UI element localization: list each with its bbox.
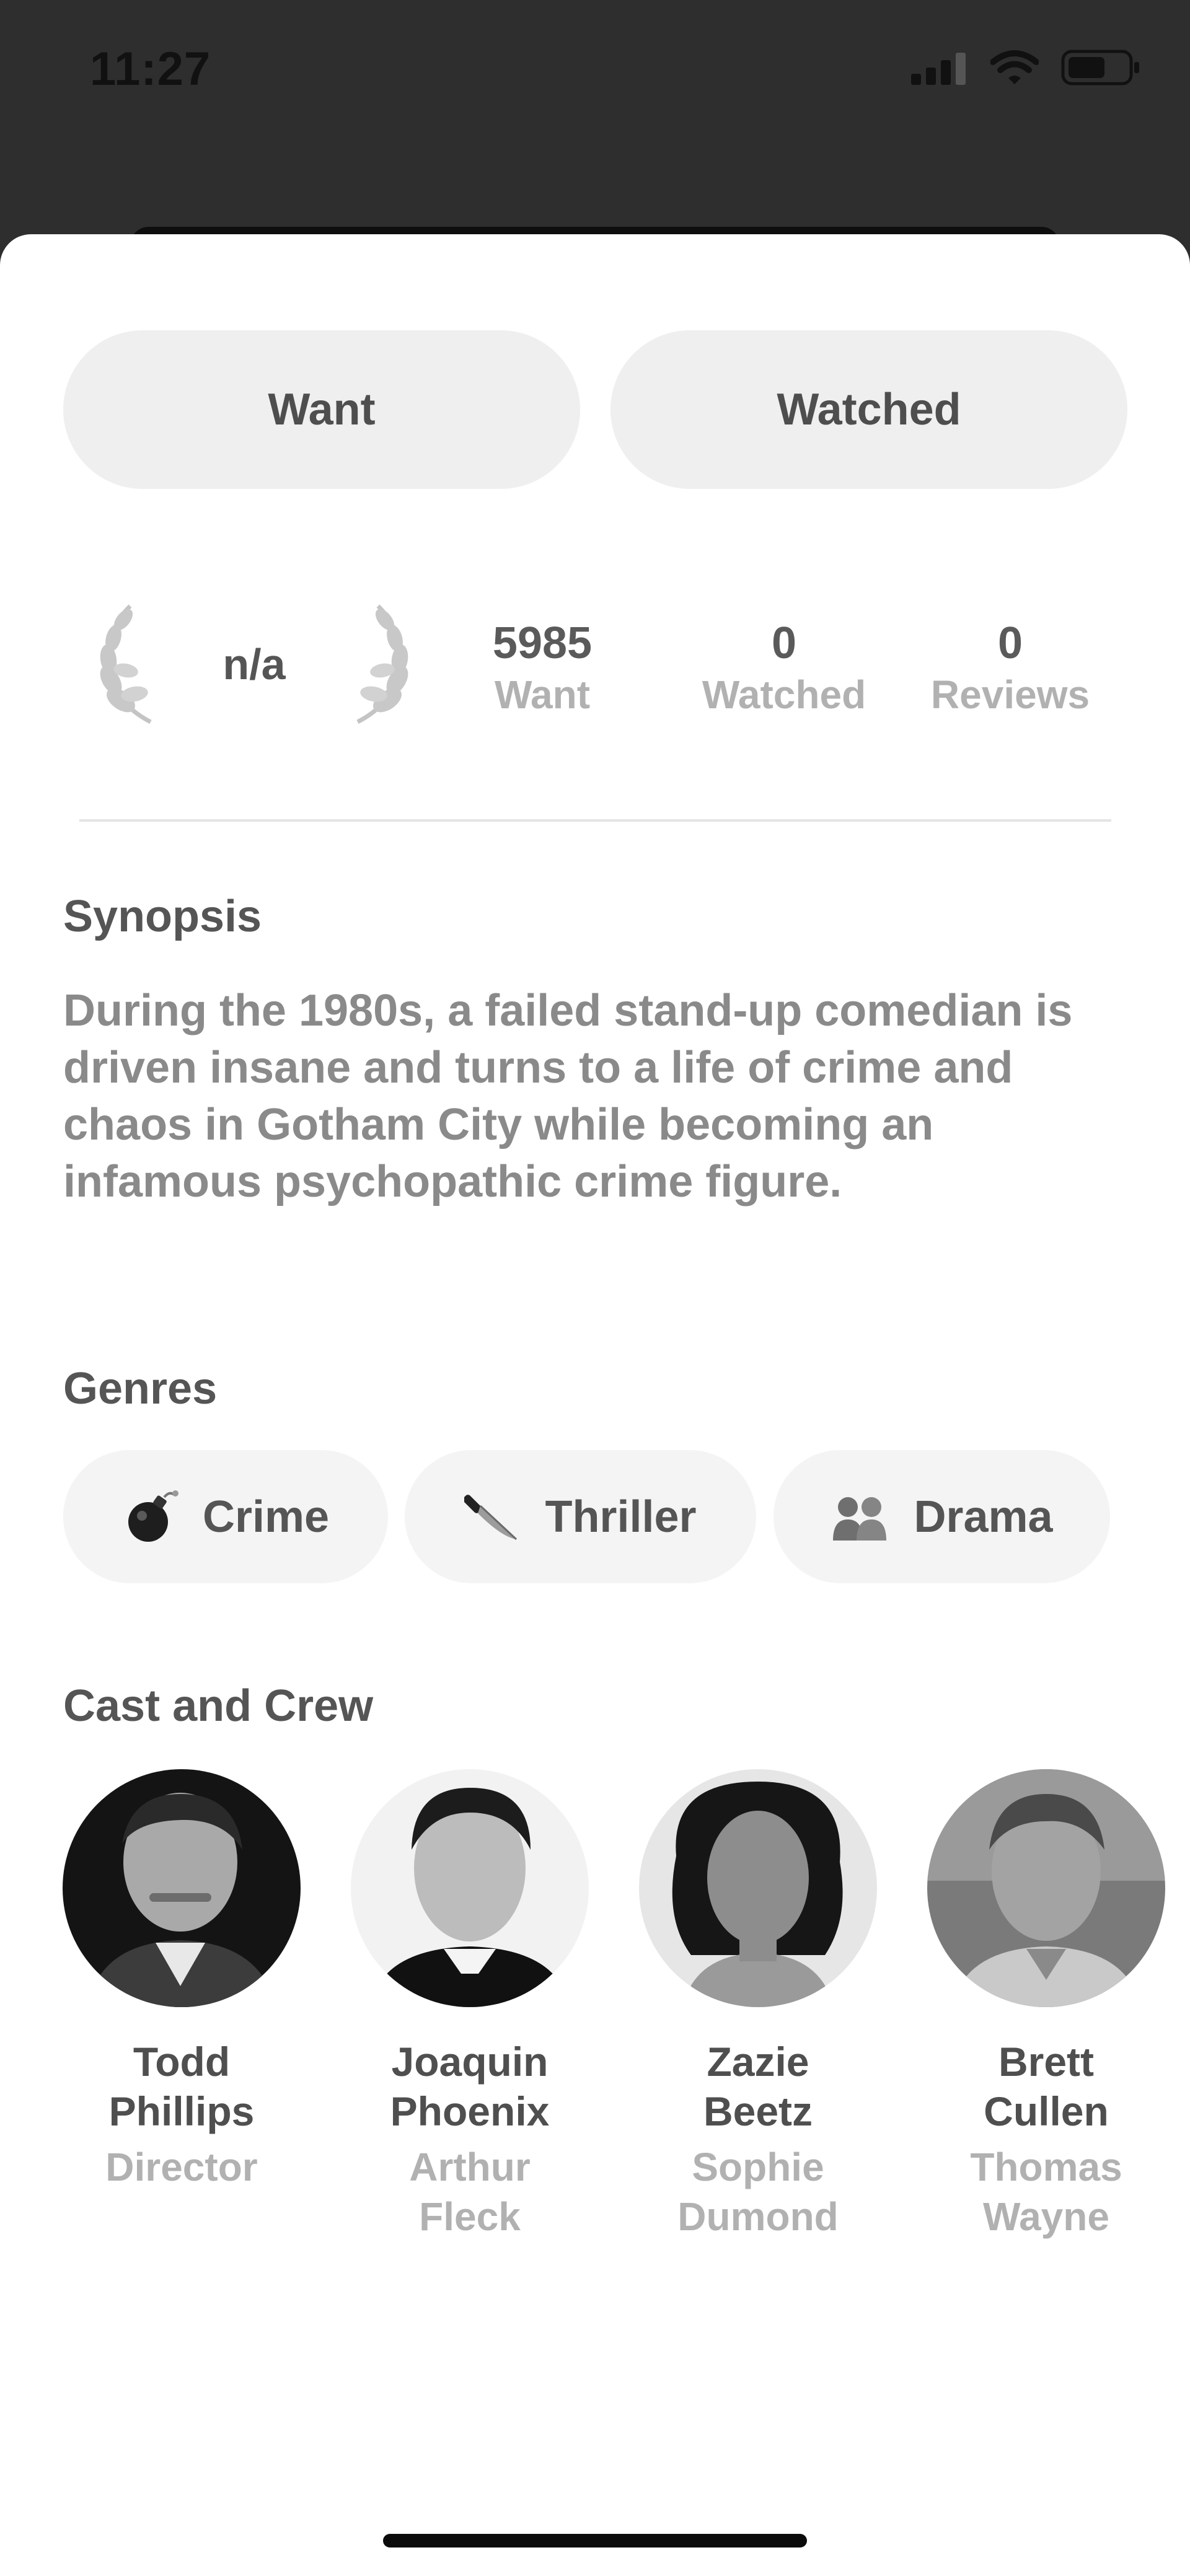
stat-want[interactable]: 5985 Want [452,617,632,719]
wifi-icon [990,50,1039,89]
stat-reviews[interactable]: 0 Reviews [911,617,1109,719]
status-time: 11:27 [90,43,211,95]
battery-icon [1061,50,1140,89]
cast-member[interactable]: Zazie Beetz Sophie Dumond [628,1769,888,2241]
cast-member[interactable]: Brett Cullen Thomas Wayne [916,1769,1176,2241]
genres-heading: Genres [63,1364,218,1413]
status-bar: 11:27 [0,0,1190,149]
avatar [351,1769,589,2007]
stat-reviews-label: Reviews [930,672,1090,718]
rating-block: n/a [96,601,412,731]
watched-button[interactable]: Watched [610,330,1127,489]
stat-watched-count: 0 [771,618,797,668]
genre-chip-crime[interactable]: Crime [63,1450,388,1583]
genre-drama-label: Drama [914,1492,1053,1542]
synopsis-heading: Synopsis [63,892,262,941]
knife-icon [464,1488,521,1545]
cast-member[interactable]: Todd Phillips Director [51,1769,312,2192]
divider [79,819,1111,822]
cast-name: Zazie Beetz [703,2039,813,2134]
avatar [927,1769,1165,2007]
want-button[interactable]: Want [63,330,580,489]
cast-member[interactable]: Joaquin Phoenix Arthur Fleck [340,1769,600,2241]
status-icons [911,50,1140,89]
cellular-signal-icon [911,50,968,88]
cast-name: Joaquin Phoenix [390,2039,550,2134]
stat-reviews-count: 0 [997,618,1023,668]
avatar [63,1769,301,2007]
genre-crime-label: Crime [202,1492,330,1542]
synopsis-text: During the 1980s, a failed stand-up come… [63,986,1073,1207]
home-indicator[interactable] [383,2534,807,2547]
bomb-icon [122,1488,179,1545]
cast-role: Thomas Wayne [970,2145,1122,2239]
cast-role: Director [105,2145,258,2189]
stat-watched[interactable]: 0 Watched [657,617,911,719]
laurel-right-icon [344,601,412,728]
genre-chip-drama[interactable]: Drama [774,1450,1110,1583]
cast-heading: Cast and Crew [63,1681,374,1731]
cast-name: Brett Cullen [984,2039,1109,2134]
stat-want-count: 5985 [492,618,593,668]
genre-thriller-label: Thriller [545,1492,697,1542]
cast-name: Todd Phillips [108,2039,255,2134]
stat-want-label: Want [494,672,591,718]
people-icon [831,1492,890,1542]
genre-chip-thriller[interactable]: Thriller [405,1450,756,1583]
stat-watched-label: Watched [702,672,866,718]
cast-role: Arthur Fleck [409,2145,531,2239]
avatar [639,1769,877,2007]
cast-role: Sophie Dumond [677,2145,839,2239]
